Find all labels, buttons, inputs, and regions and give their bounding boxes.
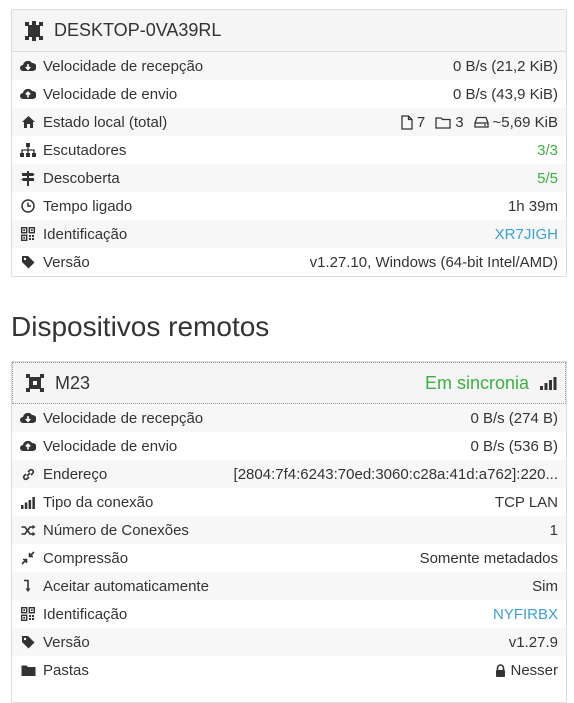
value: 0 B/s (536 B) xyxy=(470,437,558,455)
home-icon xyxy=(20,114,36,130)
device-id-link[interactable]: XR7JIGH xyxy=(495,226,558,243)
cloud-download-icon xyxy=(20,58,36,74)
value: 1h 39m xyxy=(507,197,558,215)
label: Velocidade de envio xyxy=(43,85,178,103)
label: Aceitar automaticamente xyxy=(43,577,209,595)
folder-icon xyxy=(20,662,36,678)
row-listeners: Escutadores 3/3 xyxy=(12,136,566,164)
label: Estado local (total) xyxy=(43,113,168,131)
desktop-device-icon xyxy=(24,20,44,41)
value[interactable]: 3/3 xyxy=(537,142,558,159)
clock-icon xyxy=(20,198,36,214)
device-id-link[interactable]: NYFIRBX xyxy=(493,606,558,623)
remote-device-name: M23 xyxy=(55,372,91,393)
value: Sim xyxy=(532,577,558,595)
label: Identificação xyxy=(43,225,128,243)
row-upload-rate: Velocidade de envio 0 B/s (43,9 KiB) xyxy=(12,80,566,108)
tag-icon xyxy=(20,634,36,650)
sync-status: Em sincronia xyxy=(424,372,529,393)
label: Descoberta xyxy=(43,169,120,187)
label: Escutadores xyxy=(43,141,127,159)
tag-icon xyxy=(20,254,36,270)
value: TCP LAN xyxy=(494,493,558,511)
folders-stat: 3 xyxy=(435,113,464,131)
file-icon xyxy=(401,114,413,130)
label: Compressão xyxy=(43,549,129,567)
signpost-icon xyxy=(20,170,36,186)
size-value: ~5,69 KiB xyxy=(492,113,558,131)
row-download-rate: Velocidade de recepção 0 B/s (274 B) xyxy=(12,404,566,432)
signal-bars-icon xyxy=(20,494,36,510)
row-local-state: Estado local (total) 7 3 ~5,69 KiB xyxy=(12,108,566,136)
folders-count: 3 xyxy=(455,113,464,131)
remote-device-rows: Velocidade de recepção 0 B/s (274 B) Vel… xyxy=(12,404,566,684)
label: Velocidade de recepção xyxy=(43,57,204,75)
remote-device-header[interactable]: M23 Em sincronia xyxy=(12,362,566,404)
row-identification: Identificação NYFIRBX xyxy=(12,600,566,628)
value: v1.27.10, Windows (64-bit Intel/AMD) xyxy=(309,253,558,271)
remote-devices-heading: Dispositivos remotos xyxy=(11,311,270,342)
shared-folders[interactable]: Nesser xyxy=(495,662,558,679)
label: Versão xyxy=(43,633,90,651)
local-device-name: DESKTOP-0VA39RL xyxy=(54,20,222,40)
cloud-upload-icon xyxy=(20,438,36,454)
value: v1.27.9 xyxy=(508,633,558,651)
value: 0 B/s (274 B) xyxy=(470,409,558,427)
label: Velocidade de envio xyxy=(43,437,178,455)
row-identification: Identificação XR7JIGH xyxy=(12,220,566,248)
sitemap-icon xyxy=(20,142,36,158)
row-connection-type: Tipo da conexão TCP LAN xyxy=(12,488,566,516)
shuffle-icon xyxy=(20,522,36,538)
row-upload-rate: Velocidade de envio 0 B/s (536 B) xyxy=(12,432,566,460)
folder-icon xyxy=(435,116,451,129)
files-count: 7 xyxy=(416,113,426,131)
hard-drive-icon xyxy=(473,116,489,128)
value[interactable]: 5/5 xyxy=(537,170,558,187)
level-down-icon xyxy=(20,578,36,594)
label: Endereço xyxy=(43,465,108,483)
folder-name: Nesser xyxy=(510,661,558,679)
signal-strength-icon xyxy=(539,376,557,390)
local-state-value: 7 3 ~5,69 KiB xyxy=(391,114,558,131)
row-download-rate: Velocidade de recepção 0 B/s (21,2 KiB) xyxy=(12,52,566,80)
row-compression: Compressão Somente metadados xyxy=(12,544,566,572)
qrcode-icon xyxy=(20,226,36,242)
row-folders: Pastas Nesser xyxy=(12,656,566,684)
value: Somente metadados xyxy=(419,549,558,567)
value: 1 xyxy=(549,521,558,539)
compress-icon xyxy=(20,550,36,566)
value: 0 B/s (43,9 KiB) xyxy=(452,85,558,103)
row-address: Endereço [2804:7f4:6243:70ed:3060:c28a:4… xyxy=(12,460,566,488)
label: Identificação xyxy=(43,605,128,623)
row-uptime: Tempo ligado 1h 39m xyxy=(12,192,566,220)
files-stat: 7 xyxy=(401,114,425,131)
label: Número de Conexões xyxy=(43,521,189,539)
label: Tempo ligado xyxy=(43,197,133,215)
value: 0 B/s (21,2 KiB) xyxy=(452,57,558,75)
remote-device-icon xyxy=(25,373,45,393)
remote-device-panel: M23 Em sincronia Velocidade de recepção … xyxy=(11,361,567,703)
local-device-rows: Velocidade de recepção 0 B/s (21,2 KiB) … xyxy=(12,52,566,276)
label: Velocidade de recepção xyxy=(43,409,204,427)
label: Versão xyxy=(43,253,90,271)
lock-icon xyxy=(495,663,506,677)
local-device-panel: DESKTOP-0VA39RL Velocidade de recepção 0… xyxy=(11,9,567,277)
cloud-download-icon xyxy=(20,410,36,426)
label: Pastas xyxy=(43,661,89,679)
local-device-header[interactable]: DESKTOP-0VA39RL xyxy=(12,10,566,52)
value: [2804:7f4:6243:70ed:3060:c28a:41d:a762]:… xyxy=(233,465,558,483)
qrcode-icon xyxy=(20,606,36,622)
cloud-upload-icon xyxy=(20,86,36,102)
link-icon xyxy=(20,466,36,482)
row-auto-accept: Aceitar automaticamente Sim xyxy=(12,572,566,600)
row-version: Versão v1.27.9 xyxy=(12,628,566,656)
size-stat: ~5,69 KiB xyxy=(473,113,558,131)
row-version: Versão v1.27.10, Windows (64-bit Intel/A… xyxy=(12,248,566,276)
label: Tipo da conexão xyxy=(43,493,154,511)
row-discovery: Descoberta 5/5 xyxy=(12,164,566,192)
row-connection-count: Número de Conexões 1 xyxy=(12,516,566,544)
